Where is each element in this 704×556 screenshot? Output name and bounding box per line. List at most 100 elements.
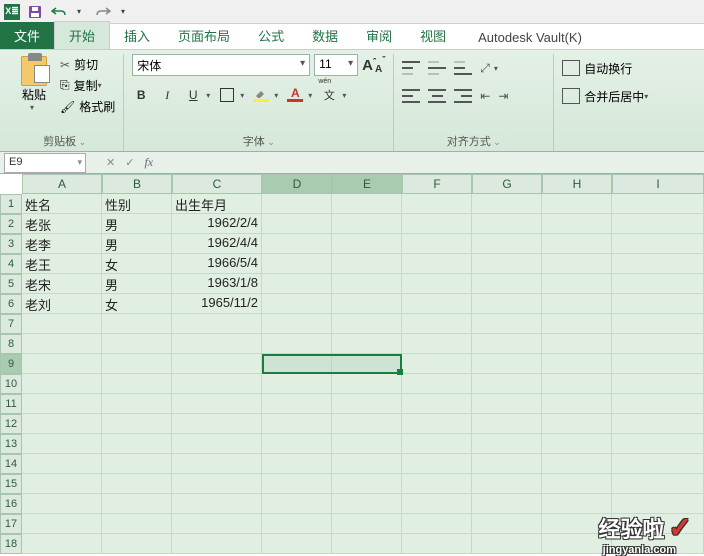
cell-G15[interactable] — [472, 474, 542, 494]
font-name-select[interactable]: 宋体 — [132, 54, 310, 76]
column-header-I[interactable]: I — [612, 174, 704, 194]
column-header-H[interactable]: H — [542, 174, 612, 194]
copy-button[interactable]: ⎘复制▾ — [60, 77, 115, 94]
align-center-icon[interactable] — [428, 89, 446, 103]
cell-E2[interactable] — [332, 214, 402, 234]
fx-icon[interactable]: fx — [144, 155, 153, 170]
cell-C7[interactable] — [172, 314, 262, 334]
cell-C14[interactable] — [172, 454, 262, 474]
cell-G9[interactable] — [472, 354, 542, 374]
cell-C3[interactable]: 1962/4/4 — [172, 234, 262, 254]
cell-I2[interactable] — [612, 214, 704, 234]
cell-A12[interactable] — [22, 414, 102, 434]
cell-H11[interactable] — [542, 394, 612, 414]
border-dropdown-icon[interactable]: ▾ — [240, 91, 244, 100]
row-header-6[interactable]: 6 — [0, 294, 22, 314]
cell-F17[interactable] — [402, 514, 472, 534]
cell-C11[interactable] — [172, 394, 262, 414]
cell-F10[interactable] — [402, 374, 472, 394]
cell-B5[interactable]: 男 — [102, 274, 172, 294]
merge-center-button[interactable]: 合并后居中▾ — [562, 82, 656, 110]
tab-review[interactable]: 审阅 — [352, 22, 406, 49]
column-header-F[interactable]: F — [402, 174, 472, 194]
cell-I11[interactable] — [612, 394, 704, 414]
cell-A2[interactable]: 老张 — [22, 214, 102, 234]
cell-C5[interactable]: 1963/1/8 — [172, 274, 262, 294]
increase-font-icon[interactable]: Aˆ — [362, 57, 376, 74]
cell-C10[interactable] — [172, 374, 262, 394]
cell-C16[interactable] — [172, 494, 262, 514]
cell-E15[interactable] — [332, 474, 402, 494]
cell-G11[interactable] — [472, 394, 542, 414]
cell-B12[interactable] — [102, 414, 172, 434]
column-header-E[interactable]: E — [332, 174, 402, 194]
cell-B7[interactable] — [102, 314, 172, 334]
cell-H2[interactable] — [542, 214, 612, 234]
cell-C1[interactable]: 出生年月 — [172, 194, 262, 214]
cell-E1[interactable] — [332, 194, 402, 214]
cell-B16[interactable] — [102, 494, 172, 514]
cell-D4[interactable] — [262, 254, 332, 274]
cell-D1[interactable] — [262, 194, 332, 214]
cell-D10[interactable] — [262, 374, 332, 394]
column-header-C[interactable]: C — [172, 174, 262, 194]
tab-file[interactable]: 文件 — [0, 22, 54, 49]
cell-E10[interactable] — [332, 374, 402, 394]
row-header-13[interactable]: 13 — [0, 434, 22, 454]
cell-D6[interactable] — [262, 294, 332, 314]
cell-H3[interactable] — [542, 234, 612, 254]
cell-A7[interactable] — [22, 314, 102, 334]
cell-A9[interactable] — [22, 354, 102, 374]
fill-dropdown-icon[interactable]: ▾ — [274, 91, 278, 100]
tab-page-layout[interactable]: 页面布局 — [164, 22, 244, 49]
cell-I8[interactable] — [612, 334, 704, 354]
italic-button[interactable]: I — [158, 86, 176, 104]
cell-D2[interactable] — [262, 214, 332, 234]
cell-A18[interactable] — [22, 534, 102, 554]
cell-H6[interactable] — [542, 294, 612, 314]
paste-button[interactable]: 粘贴 ▾ — [14, 54, 54, 115]
tab-vault[interactable]: Autodesk Vault(K) — [464, 26, 596, 49]
align-left-icon[interactable] — [402, 89, 420, 103]
cell-C18[interactable] — [172, 534, 262, 554]
qat-customize-icon[interactable]: ▾ — [114, 3, 132, 21]
cell-F16[interactable] — [402, 494, 472, 514]
bold-button[interactable]: B — [132, 86, 150, 104]
save-icon[interactable] — [26, 3, 44, 21]
cell-A6[interactable]: 老刘 — [22, 294, 102, 314]
phonetic-button[interactable]: 文 — [320, 86, 338, 104]
cell-A14[interactable] — [22, 454, 102, 474]
cell-A17[interactable] — [22, 514, 102, 534]
row-header-14[interactable]: 14 — [0, 454, 22, 474]
cell-F13[interactable] — [402, 434, 472, 454]
merge-dropdown-icon[interactable]: ▾ — [644, 92, 648, 101]
cell-A4[interactable]: 老王 — [22, 254, 102, 274]
cell-E18[interactable] — [332, 534, 402, 554]
cell-F14[interactable] — [402, 454, 472, 474]
cell-C9[interactable] — [172, 354, 262, 374]
cell-I5[interactable] — [612, 274, 704, 294]
row-header-1[interactable]: 1 — [0, 194, 22, 214]
cell-H12[interactable] — [542, 414, 612, 434]
spreadsheet-grid[interactable]: ABCDEFGHI 1姓名性别出生年月2老张男1962/2/43老李男1962/… — [0, 174, 704, 554]
cell-A13[interactable] — [22, 434, 102, 454]
cell-D7[interactable] — [262, 314, 332, 334]
row-header-3[interactable]: 3 — [0, 234, 22, 254]
row-header-12[interactable]: 12 — [0, 414, 22, 434]
cancel-formula-icon[interactable]: ✕ — [106, 156, 115, 169]
wrap-text-button[interactable]: 自动换行 — [562, 54, 656, 82]
cell-C2[interactable]: 1962/2/4 — [172, 214, 262, 234]
cell-A8[interactable] — [22, 334, 102, 354]
cell-F6[interactable] — [402, 294, 472, 314]
column-header-D[interactable]: D — [262, 174, 332, 194]
row-header-4[interactable]: 4 — [0, 254, 22, 274]
cell-H1[interactable] — [542, 194, 612, 214]
redo-icon[interactable] — [94, 3, 112, 21]
cell-I14[interactable] — [612, 454, 704, 474]
cell-F5[interactable] — [402, 274, 472, 294]
cell-A11[interactable] — [22, 394, 102, 414]
orientation-button[interactable]: ⤢ — [480, 61, 490, 76]
cell-C6[interactable]: 1965/11/2 — [172, 294, 262, 314]
cell-D8[interactable] — [262, 334, 332, 354]
row-header-18[interactable]: 18 — [0, 534, 22, 554]
